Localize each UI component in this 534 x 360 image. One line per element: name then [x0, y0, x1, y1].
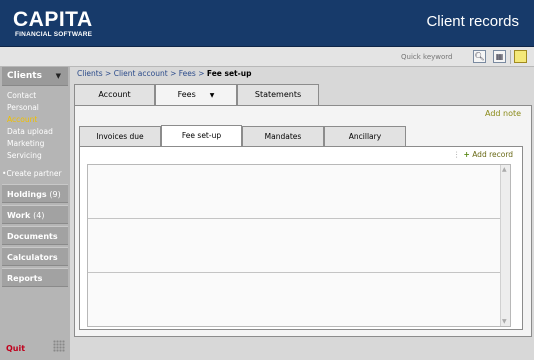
tab-account-label: Account [98, 90, 131, 99]
client-sub-links: Contact Personal Account Data upload Mar… [7, 90, 67, 162]
sidebar-item-documents[interactable]: Documents [2, 226, 68, 245]
sidebar-item-personal[interactable]: Personal [7, 102, 67, 114]
sidebar-item-calculators[interactable]: Calculators [2, 247, 68, 266]
breadcrumb: Clients > Client account > Fees > Fee se… [77, 69, 251, 78]
breadcrumb-clients[interactable]: Clients [77, 69, 103, 78]
work-label: Work [7, 211, 31, 220]
create-partner-label: Create partner [6, 169, 62, 178]
dropdown-triangle-icon: ▼ [55, 72, 61, 80]
capita-logo: CAPITA [13, 8, 93, 31]
sidebar-item-servicing[interactable]: Servicing [7, 150, 67, 162]
work-count: (4) [33, 211, 45, 220]
breadcrumb-current: Fee set-up [206, 69, 252, 78]
reports-label: Reports [7, 274, 43, 283]
fee-records-grid: ▲ ▼ [87, 164, 511, 327]
sidebar-item-account[interactable]: Account [7, 114, 67, 126]
sidebar-item-contact[interactable]: Contact [7, 90, 67, 102]
tab-ancillary[interactable]: Ancillary [324, 126, 406, 146]
sidebar-item-data-upload[interactable]: Data upload [7, 126, 67, 138]
toolbar: 🔍︎ ▦ [0, 47, 534, 67]
breadcrumb-client-account[interactable]: Client account [114, 69, 168, 78]
holdings-label: Holdings [7, 190, 47, 199]
calculators-label: Calculators [7, 253, 58, 262]
page-title: Client records [426, 13, 519, 30]
tab-mandates[interactable]: Mandates [242, 126, 324, 146]
sidebar-clients-label: Clients [7, 71, 42, 81]
note-icon[interactable] [514, 50, 527, 63]
scroll-down-icon[interactable]: ▼ [502, 318, 507, 325]
tab-fees[interactable]: Fees ▼ [155, 84, 237, 106]
sidebar-item-work[interactable]: Work (4) [2, 205, 68, 224]
tab-fees-label: Fees [177, 90, 196, 99]
plus-icon: + [463, 150, 470, 159]
tab-statements-label: Statements [254, 90, 302, 99]
sidebar-item-holdings[interactable]: Holdings (9) [2, 184, 68, 203]
chevron-down-icon[interactable]: ▼ [210, 92, 215, 99]
vertical-scrollbar[interactable]: ▲ ▼ [500, 165, 510, 326]
documents-label: Documents [7, 232, 58, 241]
sidebar-item-reports[interactable]: Reports [2, 268, 68, 287]
grid-icon[interactable]: ▦ [493, 50, 506, 63]
tab-account[interactable]: Account [74, 84, 155, 105]
toolbar-divider [510, 50, 511, 64]
tab-statements[interactable]: Statements [237, 84, 319, 105]
add-note-link[interactable]: Add note [485, 109, 521, 118]
create-partner-link[interactable]: •Create partner [2, 169, 62, 178]
sidebar-item-marketing[interactable]: Marketing [7, 138, 67, 150]
sidebar-clients-header[interactable]: Clients ▼ [2, 67, 68, 86]
breadcrumb-separator: > [170, 69, 177, 78]
breadcrumb-separator: > [198, 69, 205, 78]
tab-mandates-label: Mandates [264, 132, 302, 141]
table-row[interactable] [88, 273, 501, 326]
holdings-count: (9) [49, 190, 61, 199]
tab-ancillary-label: Ancillary [348, 132, 382, 141]
table-row[interactable] [88, 165, 501, 219]
app-header: CAPITA FINANCIAL SOFTWARE Client records [0, 0, 534, 47]
breadcrumb-fees[interactable]: Fees [179, 69, 196, 78]
add-record-label: Add record [472, 150, 514, 159]
search-icon[interactable]: 🔍︎ [473, 50, 486, 63]
scroll-up-icon[interactable]: ▲ [502, 166, 507, 173]
tab-fee-setup-label: Fee set-up [181, 131, 222, 140]
add-record-button[interactable]: ⋮ + Add record [453, 150, 513, 159]
resize-grip-icon[interactable] [53, 340, 65, 352]
divider-dots: ⋮ [453, 150, 461, 159]
logo-subtitle: FINANCIAL SOFTWARE [15, 31, 93, 38]
quick-keyword-input[interactable] [398, 50, 468, 63]
breadcrumb-separator: > [105, 69, 112, 78]
table-row[interactable] [88, 219, 501, 273]
tab-invoices-due[interactable]: Invoices due [79, 126, 161, 146]
tab-fee-setup[interactable]: Fee set-up [161, 125, 242, 146]
sidebar: Clients ▼ Contact Personal Account Data … [0, 67, 70, 360]
quit-button[interactable]: Quit [6, 344, 25, 353]
tab-invoices-due-label: Invoices due [96, 132, 144, 141]
